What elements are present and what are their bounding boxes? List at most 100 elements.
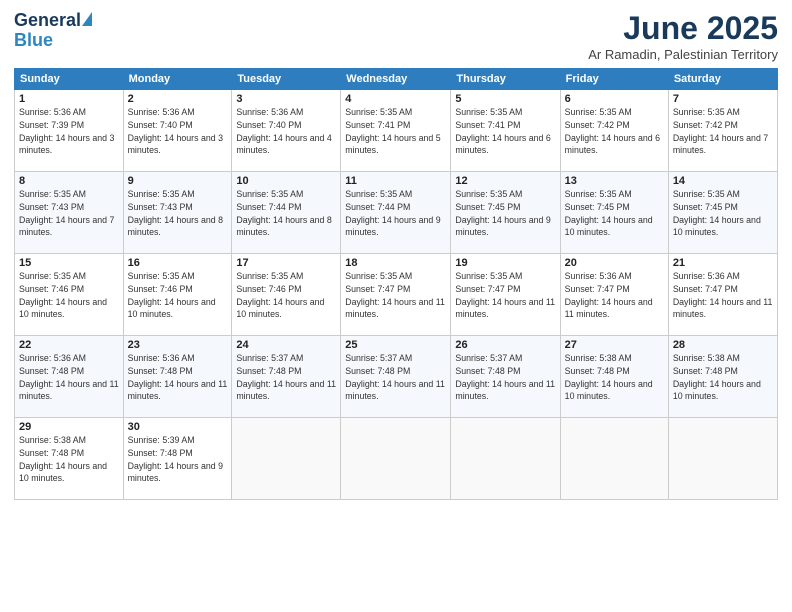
daylight-text: Daylight: 14 hours and 10 minutes. <box>673 379 761 402</box>
calendar-cell: 4 Sunrise: 5:35 AM Sunset: 7:41 PM Dayli… <box>341 90 451 172</box>
daylight-text: Daylight: 14 hours and 11 minutes. <box>128 379 228 402</box>
title-block: June 2025 Ar Ramadin, Palestinian Territ… <box>588 10 778 62</box>
calendar-cell: 13 Sunrise: 5:35 AM Sunset: 7:45 PM Dayl… <box>560 172 668 254</box>
calendar-week-2: 8 Sunrise: 5:35 AM Sunset: 7:43 PM Dayli… <box>15 172 778 254</box>
calendar-cell: 28 Sunrise: 5:38 AM Sunset: 7:48 PM Dayl… <box>668 336 777 418</box>
sunset-text: Sunset: 7:48 PM <box>128 448 193 458</box>
sunrise-text: Sunrise: 5:38 AM <box>673 353 740 363</box>
calendar-cell: 11 Sunrise: 5:35 AM Sunset: 7:44 PM Dayl… <box>341 172 451 254</box>
day-number: 7 <box>673 93 773 105</box>
daylight-text: Daylight: 14 hours and 7 minutes. <box>19 215 114 238</box>
sunset-text: Sunset: 7:48 PM <box>19 448 84 458</box>
day-info: Sunrise: 5:35 AM Sunset: 7:41 PM Dayligh… <box>345 106 446 157</box>
daylight-text: Daylight: 14 hours and 7 minutes. <box>673 133 768 156</box>
sunset-text: Sunset: 7:46 PM <box>236 284 301 294</box>
daylight-text: Daylight: 14 hours and 11 minutes. <box>19 379 119 402</box>
daylight-text: Daylight: 14 hours and 11 minutes. <box>455 297 555 320</box>
daylight-text: Daylight: 14 hours and 11 minutes. <box>455 379 555 402</box>
logo-blue: Blue <box>14 31 53 49</box>
day-number: 28 <box>673 339 773 351</box>
day-info: Sunrise: 5:35 AM Sunset: 7:44 PM Dayligh… <box>345 188 446 239</box>
calendar-cell: 18 Sunrise: 5:35 AM Sunset: 7:47 PM Dayl… <box>341 254 451 336</box>
calendar-week-1: 1 Sunrise: 5:36 AM Sunset: 7:39 PM Dayli… <box>15 90 778 172</box>
sunset-text: Sunset: 7:40 PM <box>236 120 301 130</box>
day-number: 13 <box>565 175 664 187</box>
day-number: 30 <box>128 421 228 433</box>
sunrise-text: Sunrise: 5:35 AM <box>236 271 303 281</box>
daylight-text: Daylight: 14 hours and 11 minutes. <box>565 297 653 320</box>
calendar-cell: 5 Sunrise: 5:35 AM Sunset: 7:41 PM Dayli… <box>451 90 560 172</box>
day-info: Sunrise: 5:35 AM Sunset: 7:45 PM Dayligh… <box>565 188 664 239</box>
day-info: Sunrise: 5:35 AM Sunset: 7:47 PM Dayligh… <box>345 270 446 321</box>
col-sunday: Sunday <box>15 69 124 90</box>
sunrise-text: Sunrise: 5:35 AM <box>455 271 522 281</box>
daylight-text: Daylight: 14 hours and 10 minutes. <box>673 215 761 238</box>
calendar-cell: 8 Sunrise: 5:35 AM Sunset: 7:43 PM Dayli… <box>15 172 124 254</box>
sunset-text: Sunset: 7:48 PM <box>128 366 193 376</box>
day-number: 23 <box>128 339 228 351</box>
daylight-text: Daylight: 14 hours and 10 minutes. <box>19 461 107 484</box>
day-number: 22 <box>19 339 119 351</box>
day-info: Sunrise: 5:36 AM Sunset: 7:40 PM Dayligh… <box>236 106 336 157</box>
col-saturday: Saturday <box>668 69 777 90</box>
daylight-text: Daylight: 14 hours and 11 minutes. <box>673 297 773 320</box>
day-info: Sunrise: 5:38 AM Sunset: 7:48 PM Dayligh… <box>673 352 773 403</box>
col-wednesday: Wednesday <box>341 69 451 90</box>
sunrise-text: Sunrise: 5:36 AM <box>128 107 195 117</box>
day-info: Sunrise: 5:37 AM Sunset: 7:48 PM Dayligh… <box>236 352 336 403</box>
calendar-cell: 20 Sunrise: 5:36 AM Sunset: 7:47 PM Dayl… <box>560 254 668 336</box>
calendar-cell: 19 Sunrise: 5:35 AM Sunset: 7:47 PM Dayl… <box>451 254 560 336</box>
calendar-cell: 15 Sunrise: 5:35 AM Sunset: 7:46 PM Dayl… <box>15 254 124 336</box>
day-number: 14 <box>673 175 773 187</box>
sunrise-text: Sunrise: 5:38 AM <box>565 353 632 363</box>
sunrise-text: Sunrise: 5:35 AM <box>345 107 412 117</box>
sunset-text: Sunset: 7:47 PM <box>345 284 410 294</box>
header: General Blue June 2025 Ar Ramadin, Pales… <box>14 10 778 62</box>
calendar-cell: 17 Sunrise: 5:35 AM Sunset: 7:46 PM Dayl… <box>232 254 341 336</box>
calendar-cell: 2 Sunrise: 5:36 AM Sunset: 7:40 PM Dayli… <box>123 90 232 172</box>
day-info: Sunrise: 5:36 AM Sunset: 7:40 PM Dayligh… <box>128 106 228 157</box>
calendar-cell: 24 Sunrise: 5:37 AM Sunset: 7:48 PM Dayl… <box>232 336 341 418</box>
calendar-cell: 10 Sunrise: 5:35 AM Sunset: 7:44 PM Dayl… <box>232 172 341 254</box>
col-friday: Friday <box>560 69 668 90</box>
sunset-text: Sunset: 7:45 PM <box>455 202 520 212</box>
day-number: 2 <box>128 93 228 105</box>
day-number: 17 <box>236 257 336 269</box>
calendar-table: Sunday Monday Tuesday Wednesday Thursday… <box>14 68 778 500</box>
sunrise-text: Sunrise: 5:36 AM <box>128 353 195 363</box>
daylight-text: Daylight: 14 hours and 9 minutes. <box>345 215 440 238</box>
day-info: Sunrise: 5:39 AM Sunset: 7:48 PM Dayligh… <box>128 434 228 485</box>
day-number: 10 <box>236 175 336 187</box>
sunrise-text: Sunrise: 5:39 AM <box>128 435 195 445</box>
daylight-text: Daylight: 14 hours and 10 minutes. <box>565 215 653 238</box>
day-info: Sunrise: 5:35 AM Sunset: 7:42 PM Dayligh… <box>673 106 773 157</box>
calendar-week-3: 15 Sunrise: 5:35 AM Sunset: 7:46 PM Dayl… <box>15 254 778 336</box>
sunset-text: Sunset: 7:41 PM <box>455 120 520 130</box>
logo-triangle-icon <box>82 12 92 26</box>
day-number: 19 <box>455 257 555 269</box>
day-number: 25 <box>345 339 446 351</box>
daylight-text: Daylight: 14 hours and 9 minutes. <box>455 215 550 238</box>
calendar-cell: 3 Sunrise: 5:36 AM Sunset: 7:40 PM Dayli… <box>232 90 341 172</box>
day-number: 26 <box>455 339 555 351</box>
day-number: 12 <box>455 175 555 187</box>
day-info: Sunrise: 5:36 AM Sunset: 7:48 PM Dayligh… <box>128 352 228 403</box>
daylight-text: Daylight: 14 hours and 10 minutes. <box>565 379 653 402</box>
sunset-text: Sunset: 7:42 PM <box>565 120 630 130</box>
day-info: Sunrise: 5:36 AM Sunset: 7:48 PM Dayligh… <box>19 352 119 403</box>
daylight-text: Daylight: 14 hours and 11 minutes. <box>345 379 445 402</box>
day-number: 8 <box>19 175 119 187</box>
calendar-cell: 26 Sunrise: 5:37 AM Sunset: 7:48 PM Dayl… <box>451 336 560 418</box>
daylight-text: Daylight: 14 hours and 4 minutes. <box>236 133 331 156</box>
sunset-text: Sunset: 7:47 PM <box>565 284 630 294</box>
day-info: Sunrise: 5:35 AM Sunset: 7:43 PM Dayligh… <box>19 188 119 239</box>
daylight-text: Daylight: 14 hours and 3 minutes. <box>128 133 223 156</box>
day-info: Sunrise: 5:37 AM Sunset: 7:48 PM Dayligh… <box>455 352 555 403</box>
day-info: Sunrise: 5:38 AM Sunset: 7:48 PM Dayligh… <box>19 434 119 485</box>
daylight-text: Daylight: 14 hours and 8 minutes. <box>236 215 331 238</box>
month-title: June 2025 <box>588 10 778 47</box>
calendar-cell: 21 Sunrise: 5:36 AM Sunset: 7:47 PM Dayl… <box>668 254 777 336</box>
day-number: 11 <box>345 175 446 187</box>
sunset-text: Sunset: 7:43 PM <box>19 202 84 212</box>
sunrise-text: Sunrise: 5:35 AM <box>128 271 195 281</box>
